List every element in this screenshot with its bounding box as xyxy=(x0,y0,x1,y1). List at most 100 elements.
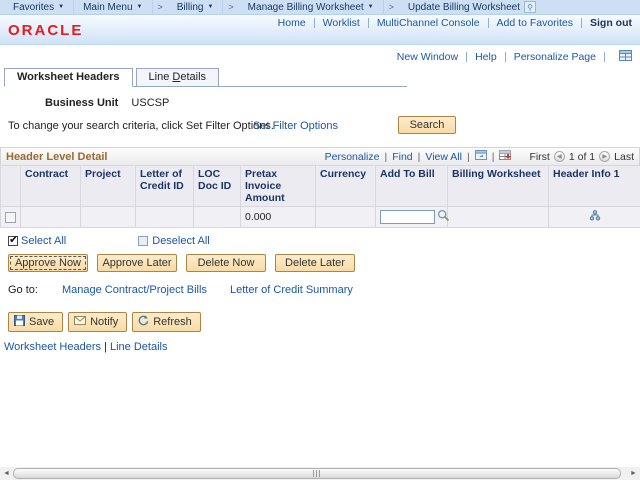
business-unit-value: USCSP xyxy=(131,97,170,109)
tab-strip: Worksheet Headers Line Details xyxy=(4,68,407,87)
multi-window-grid-icon[interactable] xyxy=(619,50,632,64)
breadcrumb-main-menu-label: Main Menu xyxy=(83,1,133,13)
tab-line-details-label: Line xyxy=(148,71,173,83)
letter-of-credit-summary-link[interactable]: Letter of Credit Summary xyxy=(230,284,353,296)
worksheet-lookup-icon[interactable]: ⚲ xyxy=(524,1,536,13)
breadcrumb-separator-icon: > xyxy=(388,2,394,12)
search-button[interactable]: Search xyxy=(398,116,456,134)
delete-now-button[interactable]: Delete Now xyxy=(186,254,266,272)
download-to-excel-icon[interactable] xyxy=(499,150,512,163)
selection-row: Select All Deselect All xyxy=(8,233,640,247)
lookup-magnifier-icon[interactable] xyxy=(437,209,450,225)
scrollbar-thumb[interactable] xyxy=(13,468,621,479)
scroll-left-icon[interactable] xyxy=(0,467,13,480)
footer-line-details-link[interactable]: Line Details xyxy=(110,341,167,353)
footer-worksheet-headers-link[interactable]: Worksheet Headers xyxy=(4,341,101,353)
breadcrumb-update-label: Update Billing Worksheet xyxy=(407,1,520,13)
col-letter-of-credit-id: Letter of Credit ID xyxy=(135,165,194,207)
grid-pagination: First ◀ 1 of 1 ▶ Last xyxy=(529,151,634,163)
page-utility-bar: New Window Help Personalize Page xyxy=(0,45,640,66)
next-row-icon[interactable]: ▶ xyxy=(599,151,611,162)
page-toolbar: Save Notify Refresh xyxy=(8,312,640,332)
cell-pretax-invoice-amount: 0.000 xyxy=(240,206,316,228)
divider: | xyxy=(104,341,107,353)
cell-project xyxy=(80,206,136,228)
select-all-checkbox[interactable] xyxy=(8,233,18,246)
breadcrumb-manage-label: Manage Billing Worksheet xyxy=(247,1,364,13)
multichannel-console-link[interactable]: MultiChannel Console xyxy=(377,17,480,29)
add-to-bill-input[interactable] xyxy=(380,210,435,224)
business-unit-row: Business Unit USCSP xyxy=(45,97,640,109)
cell-billing-worksheet xyxy=(447,206,549,228)
footer-links: Worksheet Headers | Line Details xyxy=(4,341,640,353)
help-link[interactable]: Help xyxy=(475,51,497,63)
grid-data-row: 0.000 xyxy=(0,206,640,228)
cell-header-info-1 xyxy=(548,206,640,228)
notify-button[interactable]: Notify xyxy=(68,312,128,332)
breadcrumb-favorites[interactable]: Favorites ▼ xyxy=(4,0,75,14)
sign-out-link[interactable]: Sign out xyxy=(590,17,632,29)
breadcrumb-manage-billing-worksheet[interactable]: Manage Billing Worksheet ▼ xyxy=(239,0,384,14)
refresh-button[interactable]: Refresh xyxy=(132,312,201,332)
previous-row-icon[interactable]: ◀ xyxy=(553,151,565,162)
horizontal-scrollbar[interactable] xyxy=(0,467,640,480)
select-all-link[interactable]: Select All xyxy=(21,235,66,247)
action-buttons-row: Approve Now Approve Later Delete Now Del… xyxy=(8,254,640,272)
envelope-icon xyxy=(74,316,87,328)
set-filter-options-link[interactable]: Set Filter Options xyxy=(253,120,338,132)
divider: | xyxy=(466,150,470,163)
cell-loc-doc-id xyxy=(193,206,241,228)
divider xyxy=(581,18,582,28)
scrollbar-track[interactable] xyxy=(13,467,627,480)
caret-down-icon: ▼ xyxy=(207,4,214,10)
worksheet-grid: Contract Project Letter of Credit ID LOC… xyxy=(0,165,640,228)
divider xyxy=(367,18,369,28)
breadcrumb-billing-label: Billing xyxy=(176,1,204,13)
find-link[interactable]: Find xyxy=(392,151,412,163)
col-project: Project xyxy=(80,165,136,207)
col-contract: Contract xyxy=(20,165,81,207)
floppy-disk-icon xyxy=(14,315,25,329)
caret-down-icon: ▼ xyxy=(367,4,374,10)
new-window-link[interactable]: New Window xyxy=(397,51,458,63)
tab-line-details[interactable]: Line Details xyxy=(135,68,220,87)
breadcrumb-separator-icon: > xyxy=(157,2,163,12)
approve-later-button[interactable]: Approve Later xyxy=(97,254,177,272)
col-select xyxy=(0,165,21,207)
home-link[interactable]: Home xyxy=(278,17,306,29)
save-label: Save xyxy=(29,316,55,328)
divider: | xyxy=(384,150,388,163)
row-checkbox[interactable] xyxy=(5,211,16,223)
breadcrumb-main-menu[interactable]: Main Menu ▼ xyxy=(74,0,153,14)
approve-now-button[interactable]: Approve Now xyxy=(8,254,88,272)
page-info: 1 of 1 xyxy=(568,150,596,163)
cell-currency xyxy=(315,206,376,228)
save-button[interactable]: Save xyxy=(8,312,64,332)
personalize-page-link[interactable]: Personalize Page xyxy=(514,51,596,63)
add-to-favorites-link[interactable]: Add to Favorites xyxy=(497,17,573,29)
zoom-popup-icon[interactable] xyxy=(474,150,487,163)
delete-later-button[interactable]: Delete Later xyxy=(275,254,355,272)
deselect-all-link[interactable]: Deselect All xyxy=(152,235,209,247)
breadcrumb: Favorites ▼ Main Menu ▼ > Billing ▼ > Ma… xyxy=(0,0,640,15)
col-billing-worksheet: Billing Worksheet xyxy=(447,165,549,207)
breadcrumb-billing[interactable]: Billing ▼ xyxy=(168,0,224,14)
personalize-link[interactable]: Personalize xyxy=(325,151,380,163)
oracle-logo: ORACLE xyxy=(8,22,84,39)
cell-letter-of-credit-id xyxy=(135,206,194,228)
worklist-link[interactable]: Worklist xyxy=(323,17,360,29)
col-header-info-1: Header Info 1 xyxy=(548,165,640,207)
grid-header-row: Contract Project Letter of Credit ID LOC… xyxy=(0,165,640,207)
col-pretax-invoice-amount: Pretax Invoice Amount xyxy=(240,165,316,207)
circular-arrows-icon xyxy=(138,315,149,329)
grid-title: Header Level Detail xyxy=(6,150,108,163)
caret-down-icon: ▼ xyxy=(136,4,143,10)
view-all-link[interactable]: View All xyxy=(425,151,462,163)
header-info-hierarchy-icon[interactable] xyxy=(589,210,601,224)
deselect-all-checkbox[interactable] xyxy=(138,236,149,246)
scroll-right-icon[interactable] xyxy=(627,467,640,480)
divider xyxy=(313,18,315,28)
tab-worksheet-headers[interactable]: Worksheet Headers xyxy=(4,68,133,87)
manage-contract-project-bills-link[interactable]: Manage Contract/Project Bills xyxy=(62,284,207,296)
refresh-label: Refresh xyxy=(153,316,192,328)
